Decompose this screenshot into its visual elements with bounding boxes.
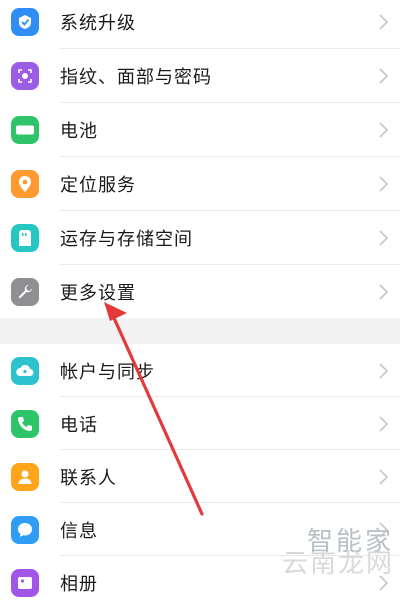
storage-icon (11, 223, 39, 252)
settings-item-label: 运存与存储空间 (60, 228, 193, 250)
settings-item-label: 帐户与同步 (60, 361, 155, 383)
settings-item-label: 电话 (60, 414, 98, 436)
settings-item-label: 定位服务 (60, 174, 136, 196)
chevron-right-icon (379, 283, 389, 300)
chevron-right-icon (379, 175, 389, 192)
watermark: 智能家 云南龙网 (282, 527, 394, 579)
settings-item-label: 系统升级 (60, 12, 136, 34)
battery-icon (11, 115, 39, 144)
chevron-right-icon (379, 229, 389, 246)
chevron-right-icon (379, 362, 389, 379)
settings-item-fingerprint-face-password[interactable]: 指纹、面部与密码 (0, 49, 400, 102)
settings-item-label: 电池 (60, 120, 98, 142)
settings-item-accounts-sync[interactable]: 帐户与同步 (0, 344, 400, 397)
settings-item-contacts[interactable]: 联系人 (0, 450, 400, 503)
chevron-right-icon (379, 415, 389, 432)
phone-icon (11, 409, 39, 438)
settings-item-battery[interactable]: 电池 (0, 103, 400, 156)
settings-item-label: 联系人 (60, 467, 117, 489)
settings-item-label: 信息 (60, 520, 98, 542)
album-icon (11, 568, 39, 597)
chevron-right-icon (379, 67, 389, 84)
settings-item-label: 相册 (60, 573, 98, 595)
watermark-text: 云南龙网 (281, 549, 394, 579)
chevron-right-icon (379, 468, 389, 485)
contacts-icon (11, 462, 39, 491)
wrench-icon (11, 277, 39, 306)
settings-item-phone[interactable]: 电话 (0, 397, 400, 450)
settings-item-system-update[interactable]: 系统升级 (0, 0, 400, 48)
cloud-account-icon (11, 356, 39, 385)
settings-item-storage[interactable]: 运存与存储空间 (0, 211, 400, 264)
settings-item-location[interactable]: 定位服务 (0, 157, 400, 210)
settings-item-label: 更多设置 (60, 282, 136, 304)
chevron-right-icon (379, 121, 389, 138)
location-icon (11, 169, 39, 198)
message-icon (11, 515, 39, 544)
settings-item-more-settings[interactable]: 更多设置 (0, 265, 400, 318)
chevron-right-icon (379, 13, 389, 30)
settings-item-label: 指纹、面部与密码 (60, 66, 212, 88)
system-update-icon (11, 7, 39, 36)
section-gap (0, 318, 400, 344)
fingerprint-face-icon (11, 61, 39, 90)
